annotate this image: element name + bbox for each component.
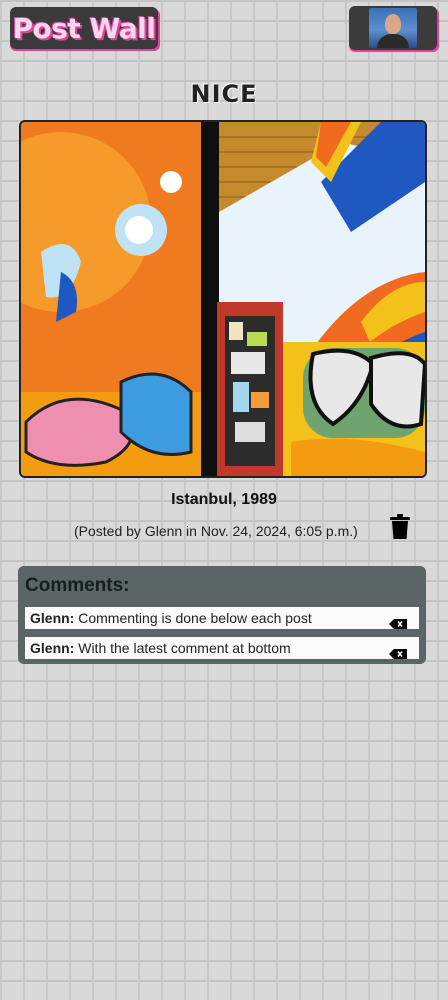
graffiti-image	[21, 122, 425, 476]
profile-button[interactable]	[349, 6, 437, 50]
comment-author: Glenn:	[30, 610, 75, 626]
post-image	[19, 120, 427, 478]
comment-item: Glenn: With the latest comment at bottom	[25, 637, 419, 659]
avatar	[369, 8, 417, 48]
post-meta: (Posted by Glenn in Nov. 24, 2024, 6:05 …	[74, 523, 358, 539]
comments-heading: Comments:	[25, 575, 130, 596]
trash-icon[interactable]	[389, 514, 411, 540]
post-caption: Istanbul, 1989	[171, 491, 277, 508]
comment-text: Commenting is done below each post	[78, 610, 312, 626]
comments-panel: Comments: Glenn: Commenting is done belo…	[18, 566, 426, 664]
delete-comment-icon[interactable]	[389, 613, 407, 629]
site-logo-link[interactable]: Post Wall	[10, 7, 158, 49]
delete-comment-icon[interactable]	[389, 643, 407, 659]
comment-text: With the latest comment at bottom	[78, 640, 291, 656]
site-logo-text: Post Wall	[12, 11, 156, 45]
post-title: NICE	[190, 80, 258, 108]
comment-author: Glenn:	[30, 640, 75, 656]
comment-item: Glenn: Commenting is done below each pos…	[25, 607, 419, 629]
